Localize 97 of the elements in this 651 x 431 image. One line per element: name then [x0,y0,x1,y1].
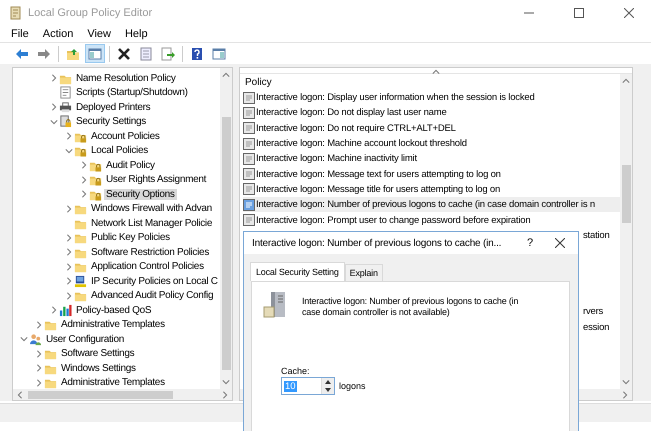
tree-item[interactable]: Software Settings [59,348,136,360]
network-icon [74,274,87,288]
scrollbar-thumb[interactable] [622,165,630,223]
scroll-up-icon [222,71,230,79]
policy-row[interactable]: Interactive logon: Message text for users attempting to log on [243,166,620,182]
spin-down-icon[interactable] [325,388,331,392]
scrollbar-thumb[interactable] [222,117,230,370]
scroll-down-icon [622,378,630,386]
tab[interactable]: Local Security Setting [250,262,345,281]
policy-row[interactable]: Interactive logon: Message title for users attempting to log on [243,182,620,198]
tree-item[interactable]: Public Key Policies [89,232,172,244]
script-icon [59,86,72,100]
chevron-right-icon [50,103,58,112]
selected-policy-icon [243,198,255,211]
scroll-right-icon [621,390,629,398]
properties-icon [139,46,153,60]
scrollbar-thumb[interactable] [28,390,173,398]
tree-item[interactable]: Network List Manager Policie [89,218,214,229]
computer-tower-icon [262,291,288,319]
policy-row[interactable]: Interactive logon: Number of previous logons to cache (in case domain controller is n [243,197,620,212]
folder-up-icon [66,46,80,60]
policy-row[interactable]: Interactive logon: Do not require CTRL+ALT+DEL [243,120,620,136]
policy-row[interactable]: Interactive logon: Prompt user to change password before expiration [243,212,620,228]
tree-item[interactable]: Scripts (Startup/Shutdown) [74,87,190,98]
tree-item[interactable]: Administrative Templates [59,377,167,388]
tree-item[interactable]: Policy-based QoS [74,304,154,316]
policy-description: Interactive logon: Number of previous logons to cache (in case domain controller is not available) [302,295,520,319]
policy-icon [243,92,255,104]
tree-item[interactable]: Account Policies [89,130,162,142]
scroll-right-icon [221,390,229,398]
help-button[interactable]: ? [518,237,542,249]
scroll-up-icon [622,77,630,85]
scroll-down-icon [222,378,230,386]
menu-item[interactable]: Help [118,28,155,40]
back-arrow-icon [15,46,29,60]
policy-icon [243,183,255,196]
delete-icon [117,46,131,60]
tree-item[interactable]: Advanced Audit Policy Config [89,290,216,302]
policy-row-text[interactable]: rvers [583,306,604,318]
menu-item[interactable]: Action [36,28,80,40]
chevron-down-icon [20,335,28,344]
policy-row[interactable]: Interactive logon: Machine account lockout threshold [243,136,620,152]
tree-item[interactable]: Software Restriction Policies [89,246,212,258]
policy-icon [243,106,255,119]
policy-row-text[interactable]: station [583,230,610,241]
security-icon [59,115,72,128]
policy-icon [243,168,255,180]
export-icon [161,46,175,60]
chevron-down-icon [50,118,58,126]
tree-item[interactable]: Security Settings [74,116,148,128]
close-icon [624,8,634,18]
chevron-right-icon [50,74,58,82]
printer-icon [59,100,72,114]
tree-item[interactable]: IP Security Policies on Local C [89,276,220,287]
tree-item[interactable]: Administrative Templates [59,319,167,330]
menu-item[interactable]: File [4,28,36,40]
bar-chart-icon [59,304,72,317]
action-pane-icon [212,46,226,60]
policy-row-text[interactable]: ession [583,322,610,333]
app-icon [8,6,22,20]
close-icon [555,238,565,248]
tree-item[interactable]: Security Options [104,188,177,200]
maximize-icon [574,8,584,18]
vertical-scrollbar[interactable] [220,68,232,389]
vertical-scrollbar[interactable] [620,74,632,389]
tree-item[interactable]: User Rights Assignment [104,174,208,186]
policy-icon [243,214,255,226]
tree-item[interactable]: Name Resolution Policy [74,72,178,84]
tree-item[interactable]: Deployed Printers [74,102,152,113]
tree-item[interactable]: Windows Settings [59,362,138,374]
tree-item[interactable]: Audit Policy [104,160,157,171]
tree-item[interactable]: User Configuration [44,334,126,345]
help-icon [190,46,204,60]
chevron-down-icon [64,146,72,155]
spin-up-icon[interactable] [325,380,331,384]
tree-item[interactable]: Windows Firewall with Advan [89,203,214,214]
policy-row[interactable]: Interactive logon: Machine inactivity limit [243,151,620,166]
tab[interactable]: Explain [344,264,383,281]
policy-row[interactable]: Interactive logon: Display user information when the session is locked [243,90,620,106]
tree-pane-icon [88,46,102,60]
users-icon [29,332,42,346]
window-title: Local Group Policy Editor [28,6,154,18]
horizontal-scrollbar[interactable] [13,389,232,400]
column-header[interactable]: Policy [245,76,272,88]
field-label: Cache: [281,366,311,376]
policy-row[interactable]: Interactive logon: Do not display last user name [243,105,620,121]
policy-icon [243,138,255,150]
dialog-title: Interactive logon: Number of previous logons to cache (in... [252,238,502,248]
policy-icon [243,152,255,165]
policy-icon [243,122,255,134]
forward-arrow-icon [37,46,51,60]
menu-item[interactable]: View [80,28,118,40]
tree-item[interactable]: Local Policies [89,145,150,156]
chevron-right-icon [64,132,72,140]
tree-item[interactable]: Application Control Policies [89,261,206,272]
unit-label: logons [339,381,366,391]
scroll-left-icon [16,390,24,398]
